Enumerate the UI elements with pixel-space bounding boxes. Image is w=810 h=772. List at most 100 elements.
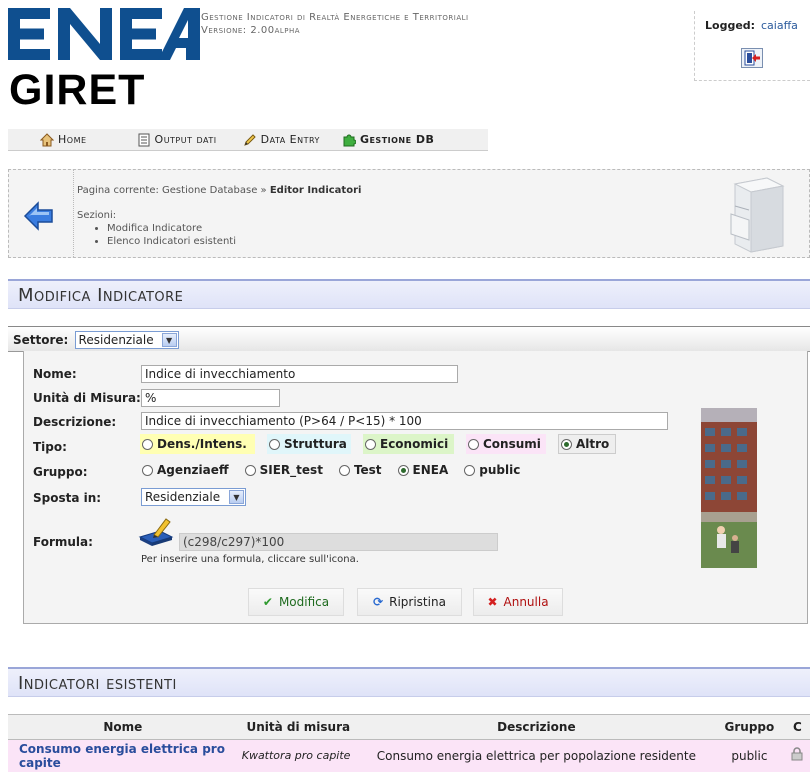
modifica-form: Nome: Indice di invecchiamento Unità di …	[23, 351, 808, 624]
modifica-button-label: Modifica	[278, 595, 330, 609]
tipo-option-dens[interactable]: Dens./Intens.	[140, 434, 255, 454]
nav-home[interactable]: Home	[8, 129, 87, 150]
settore-label: Settore:	[13, 333, 69, 347]
modifica-title: Modifica Indicatore	[18, 285, 184, 306]
tipo-option-altro[interactable]: Altro	[558, 434, 616, 454]
gruppo-option-label: Test	[353, 463, 382, 477]
puzzle-icon	[342, 133, 357, 147]
formula-hint: Per inserire una formula, cliccare sull'…	[141, 554, 359, 565]
settore-select[interactable]: Residenziale ▼	[74, 331, 179, 349]
chevron-down-icon: ▼	[161, 333, 177, 347]
breadcrumb-prefix: Pagina corrente: Gestione Database	[77, 185, 258, 196]
indicatori-table: Nome Unità di misura Descrizione Gruppo …	[8, 714, 810, 772]
gruppo-option-label: ENEA	[412, 463, 449, 477]
col-unita[interactable]: Unità di misura	[237, 714, 359, 740]
sposta-select[interactable]: Residenziale ▼	[141, 488, 246, 506]
enea-logo	[8, 8, 200, 60]
unita-input[interactable]: %	[141, 389, 280, 407]
nav-output[interactable]: Output dati	[87, 129, 217, 150]
gruppo-option-label: Agenziaeff	[157, 463, 229, 477]
annulla-button-label: Annulla	[503, 595, 549, 609]
breadcrumb-divider	[73, 170, 74, 257]
formula-field: (c298/c297)*100	[179, 533, 498, 551]
col-nome[interactable]: Nome	[8, 714, 238, 740]
refresh-icon: ⟳	[373, 595, 384, 609]
tipo-option-label: Struttura	[284, 437, 347, 451]
gruppo-option-public[interactable]: public	[462, 460, 524, 480]
radio-circle	[365, 438, 376, 450]
gruppo-option-test[interactable]: Test	[337, 460, 386, 480]
sections-label: Sezioni:	[77, 210, 117, 221]
radio-circle	[464, 464, 476, 476]
table-row[interactable]: Consumo energia elettrica pro capite Kwa…	[8, 739, 810, 772]
formula-editor-icon[interactable]	[138, 515, 176, 552]
radio-circle	[397, 464, 409, 476]
col-gruppo[interactable]: Gruppo	[713, 714, 785, 740]
row-unita: Kwattora pro capite	[237, 739, 359, 772]
section-link-elenco[interactable]: Elenco Indicatori esistenti	[107, 235, 361, 248]
gruppo-option-label: public	[479, 463, 521, 477]
radio-circle	[142, 438, 153, 450]
logout-icon[interactable]	[741, 48, 763, 68]
breadcrumb: Pagina corrente: Gestione Database » Edi…	[77, 184, 361, 248]
sposta-label: Sposta in:	[33, 491, 102, 505]
col-c: C	[784, 714, 810, 740]
chevron-down-icon: ▼	[229, 490, 244, 504]
nome-label: Nome:	[33, 367, 77, 381]
breadcrumb-separator: »	[257, 185, 270, 196]
gruppo-option-enea[interactable]: ENEA	[396, 460, 453, 480]
app-title-block: Gestione Indicatori di Realtà Energetich…	[201, 11, 469, 37]
login-box: Logged: caiaffa	[694, 11, 810, 81]
tipo-option-struttura[interactable]: Struttura	[267, 434, 351, 454]
radio-circle	[142, 464, 153, 476]
modifica-button[interactable]: ✔ Modifica	[248, 588, 344, 616]
nav-gestione-db-label: Gestione DB	[359, 133, 435, 146]
nav-gestione-db[interactable]: Gestione DB	[320, 129, 435, 150]
pencil-icon	[243, 133, 257, 147]
building-photo	[701, 408, 757, 568]
settore-select-value: Residenziale	[78, 333, 154, 347]
tipo-label: Tipo:	[33, 440, 67, 454]
section-link-modifica[interactable]: Modifica Indicatore	[107, 222, 361, 235]
ripristina-button[interactable]: ⟳ Ripristina	[357, 588, 462, 616]
sposta-select-value: Residenziale	[145, 490, 221, 504]
esistenti-section-header: Indicatori esistenti	[8, 667, 810, 697]
tipo-option-consumi[interactable]: Consumi	[466, 434, 546, 454]
esistenti-title: Indicatori esistenti	[18, 673, 177, 694]
nome-input[interactable]: Indice di invecchiamento	[141, 365, 458, 383]
gruppo-label: Gruppo:	[33, 465, 88, 479]
row-gruppo: public	[713, 739, 785, 772]
back-arrow-icon[interactable]	[23, 200, 55, 235]
close-icon: ✖	[487, 595, 498, 609]
radio-circle	[244, 464, 256, 476]
document-icon	[137, 133, 151, 147]
row-descrizione: Consumo energia elettrica per popolazion…	[358, 739, 714, 772]
row-nome-link[interactable]: Consumo energia elettrica pro capite	[8, 739, 238, 772]
logged-label: Logged:	[705, 19, 756, 32]
tipo-option-economici[interactable]: Economici	[363, 434, 454, 454]
col-descrizione[interactable]: Descrizione	[358, 714, 714, 740]
gruppo-option-sier-test[interactable]: SIER_test	[243, 460, 327, 480]
gruppo-radio-group: Agenziaeff SIER_test Test ENEA public	[140, 460, 524, 480]
logged-user-link[interactable]: caiaffa	[761, 19, 798, 32]
table-header-row: Nome Unità di misura Descrizione Gruppo …	[8, 714, 810, 740]
radio-circle	[338, 464, 350, 476]
app-version: Versione: 2.00alpha	[201, 25, 301, 36]
lock-icon[interactable]	[784, 739, 810, 772]
app-title: Gestione Indicatori di Realtà Energetich…	[201, 12, 469, 23]
descrizione-input[interactable]: Indice di invecchiamento (P>64 / P<15) *…	[141, 412, 668, 430]
descrizione-label: Descrizione:	[33, 415, 117, 429]
ripristina-button-label: Ripristina	[389, 595, 446, 609]
tipo-option-label: Consumi	[483, 437, 541, 451]
unita-label: Unità di Misura:	[33, 391, 141, 405]
settore-bar: Settore: Residenziale ▼	[8, 326, 810, 352]
gruppo-option-agenziaeff[interactable]: Agenziaeff	[140, 460, 233, 480]
radio-circle	[561, 438, 572, 450]
main-nav: Home Output dati Data Entry Gestione DB	[8, 129, 488, 151]
annulla-button[interactable]: ✖ Annulla	[473, 588, 563, 616]
modifica-section-header: Modifica Indicatore	[8, 279, 810, 309]
nav-output-label: Output dati	[154, 133, 217, 146]
nav-data-entry[interactable]: Data Entry	[217, 129, 320, 150]
tipo-radio-group: Dens./Intens. Struttura Economici Consum…	[140, 434, 616, 454]
gruppo-option-label: SIER_test	[259, 463, 323, 477]
